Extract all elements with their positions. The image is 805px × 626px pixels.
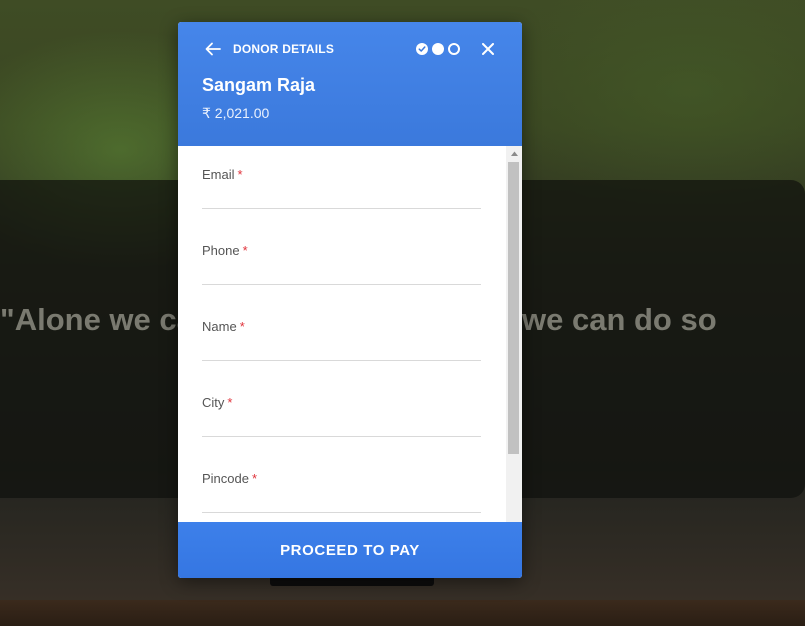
check-icon <box>418 46 426 52</box>
phone-field[interactable]: Phone * <box>202 222 481 285</box>
arrow-left-icon <box>205 42 221 56</box>
required-mark: * <box>227 395 233 410</box>
step-3-pending <box>448 43 460 55</box>
scrollbar-thumb[interactable] <box>508 162 519 454</box>
email-label: Email * <box>202 167 243 182</box>
donor-details-modal: DONOR DETAILS Sangam Raja ₹ 2,021.00 Ema… <box>178 22 522 578</box>
email-field[interactable]: Email * <box>202 146 481 209</box>
city-label: City * <box>202 395 233 410</box>
required-mark: * <box>239 319 245 334</box>
back-button[interactable] <box>202 39 224 59</box>
step-1-done <box>416 43 428 55</box>
required-mark: * <box>242 243 248 258</box>
step-2-current <box>432 43 444 55</box>
donation-amount: ₹ 2,021.00 <box>202 105 270 121</box>
pincode-label: Pincode * <box>202 471 258 486</box>
form-scrollbar[interactable] <box>506 146 522 522</box>
phone-input[interactable] <box>202 262 481 282</box>
step-indicator <box>416 42 460 56</box>
city-field[interactable]: City * <box>202 374 481 437</box>
city-input[interactable] <box>202 414 481 434</box>
required-mark: * <box>251 471 258 486</box>
background-footer-strip <box>0 600 805 626</box>
phone-label: Phone * <box>202 243 248 258</box>
email-input[interactable] <box>202 186 481 206</box>
modal-header: DONOR DETAILS Sangam Raja ₹ 2,021.00 <box>178 22 522 146</box>
pincode-field[interactable]: Pincode * <box>202 450 481 513</box>
name-field[interactable]: Name * <box>202 298 481 361</box>
background-quote-right: we can do so <box>522 302 717 337</box>
modal-title: DONOR DETAILS <box>233 42 335 56</box>
pincode-input[interactable] <box>202 490 481 510</box>
donor-name: Sangam Raja <box>202 75 316 95</box>
name-label: Name * <box>202 319 245 334</box>
donor-form: Email * Phone * Name * City * Pincode * <box>178 146 522 522</box>
name-input[interactable] <box>202 338 481 358</box>
triangle-up-icon <box>510 151 518 156</box>
required-mark: * <box>237 167 243 182</box>
proceed-to-pay-button[interactable]: PROCEED TO PAY <box>178 522 522 578</box>
background-quote-left: "Alone we ca <box>0 302 194 337</box>
close-icon <box>482 43 494 55</box>
close-button[interactable] <box>479 40 497 58</box>
scroll-up-button[interactable] <box>506 146 522 160</box>
